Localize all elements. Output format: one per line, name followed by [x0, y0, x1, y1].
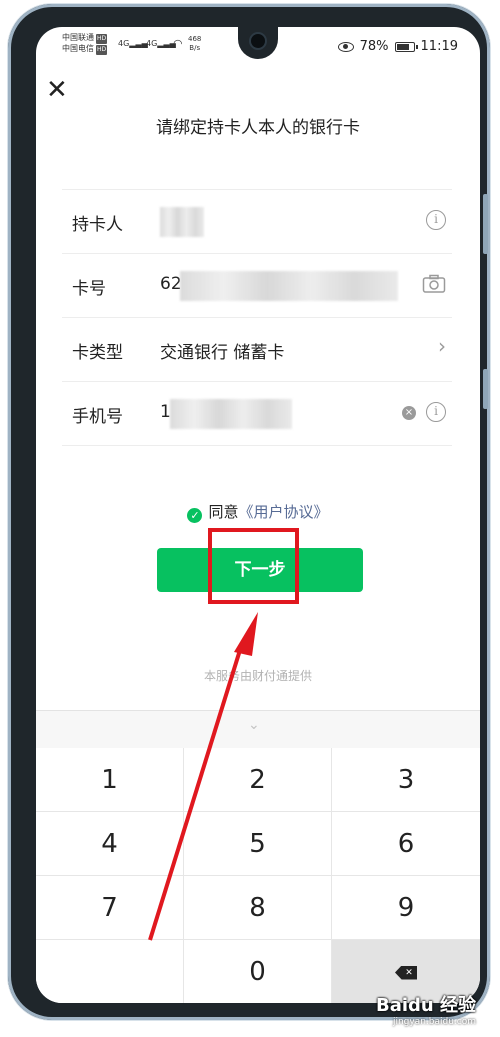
watermark-logo: Baidu 经验 — [375, 995, 476, 1016]
annotation-arrow — [148, 612, 258, 941]
watermark: Baidu 经验 jingyan.baidu.com — [376, 991, 476, 1027]
watermark-url: jingyan.baidu.com — [392, 1017, 476, 1027]
